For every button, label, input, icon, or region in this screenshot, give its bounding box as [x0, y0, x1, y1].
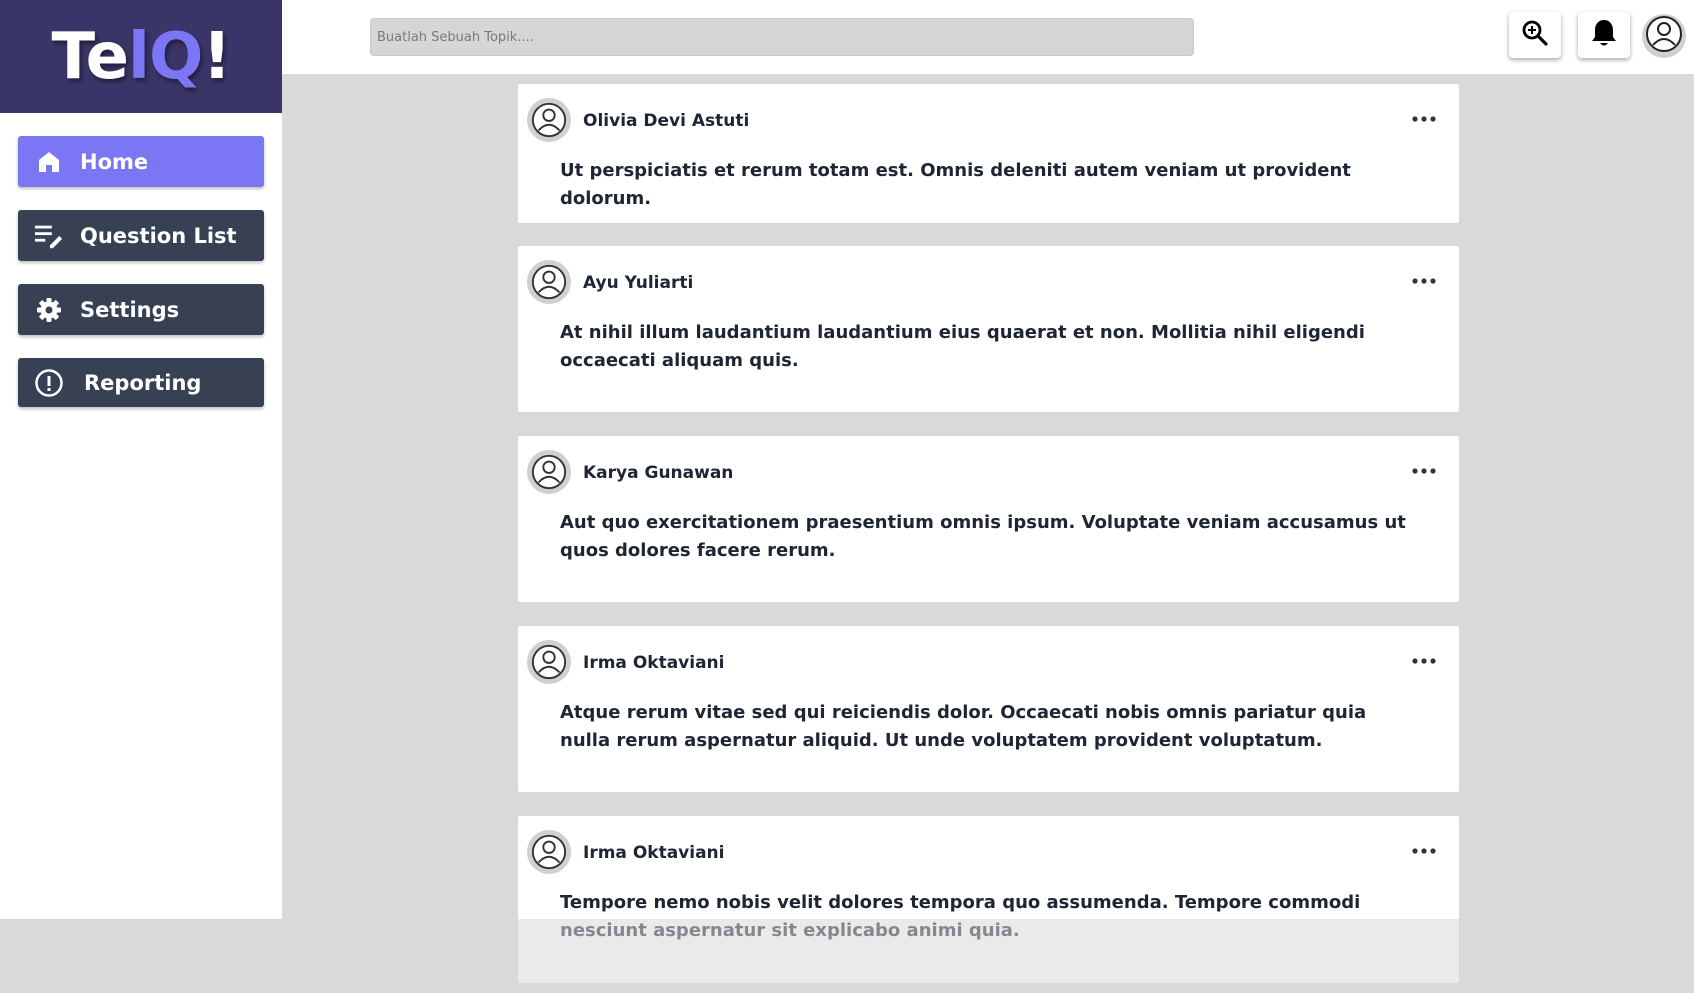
top-bar: [282, 0, 1694, 74]
bell-icon: [1590, 18, 1618, 52]
post-author[interactable]: Olivia Devi Astuti: [583, 111, 749, 131]
topic-search-input[interactable]: [370, 18, 1194, 56]
alert-circle-icon: [34, 368, 64, 398]
notifications-button[interactable]: [1578, 12, 1630, 58]
sidebar-item-label: Settings: [80, 297, 180, 322]
author-avatar-icon[interactable]: [527, 450, 571, 494]
author-avatar-icon[interactable]: [527, 640, 571, 684]
more-options-icon[interactable]: [1409, 651, 1439, 671]
author-avatar-icon[interactable]: [527, 830, 571, 874]
more-options-icon[interactable]: [1409, 461, 1439, 481]
author-avatar-icon[interactable]: [527, 260, 571, 304]
logo-text-2: lQ: [128, 19, 203, 94]
more-options-icon[interactable]: [1409, 271, 1439, 291]
search-zoom-icon: [1521, 19, 1549, 51]
post-card: Ayu Yuliarti At nihil illum laudantium l…: [518, 246, 1459, 412]
search-button[interactable]: [1509, 12, 1561, 58]
post-author[interactable]: Irma Oktaviani: [583, 843, 724, 863]
post-text[interactable]: Aut quo exercitationem praesentium omnis…: [560, 509, 1410, 565]
user-avatar-button[interactable]: [1642, 14, 1686, 58]
sidebar-item-question-list[interactable]: Question List: [18, 210, 264, 261]
more-options-icon[interactable]: [1409, 841, 1439, 861]
post-author[interactable]: Ayu Yuliarti: [583, 273, 693, 293]
sidebar-item-label: Reporting: [84, 370, 202, 395]
sidebar-item-home[interactable]: Home: [18, 136, 264, 187]
post-text[interactable]: Atque rerum vitae sed qui reiciendis dol…: [560, 699, 1410, 755]
bottom-overlay: [0, 919, 1694, 993]
post-author[interactable]: Karya Gunawan: [583, 463, 733, 483]
app-logo[interactable]: TelQ!: [51, 19, 231, 94]
more-options-icon[interactable]: [1409, 109, 1439, 129]
sidebar-item-settings[interactable]: Settings: [18, 284, 264, 335]
post-card: Irma Oktaviani Atque rerum vitae sed qui…: [518, 626, 1459, 792]
sidebar-item-reporting[interactable]: Reporting: [18, 358, 264, 407]
sidebar: TelQ! Home Question List Settings Report…: [0, 0, 282, 919]
list-edit-icon: [34, 221, 64, 251]
sidebar-item-label: Question List: [80, 223, 237, 248]
user-avatar-icon: [1644, 14, 1684, 58]
logo-text-3: !: [202, 19, 231, 94]
post-card: Karya Gunawan Aut quo exercitationem pra…: [518, 436, 1459, 602]
logo-box: TelQ!: [0, 0, 282, 113]
post-card: Olivia Devi Astuti Ut perspiciatis et re…: [518, 84, 1459, 223]
author-avatar-icon[interactable]: [527, 98, 571, 142]
logo-text-1: Te: [51, 19, 129, 94]
sidebar-item-label: Home: [80, 149, 149, 174]
post-text[interactable]: At nihil illum laudantium laudantium eiu…: [560, 319, 1410, 375]
post-author[interactable]: Irma Oktaviani: [583, 653, 724, 673]
post-text[interactable]: Ut perspiciatis et rerum totam est. Omni…: [560, 157, 1410, 213]
home-icon: [34, 147, 64, 177]
gear-icon: [34, 295, 64, 325]
